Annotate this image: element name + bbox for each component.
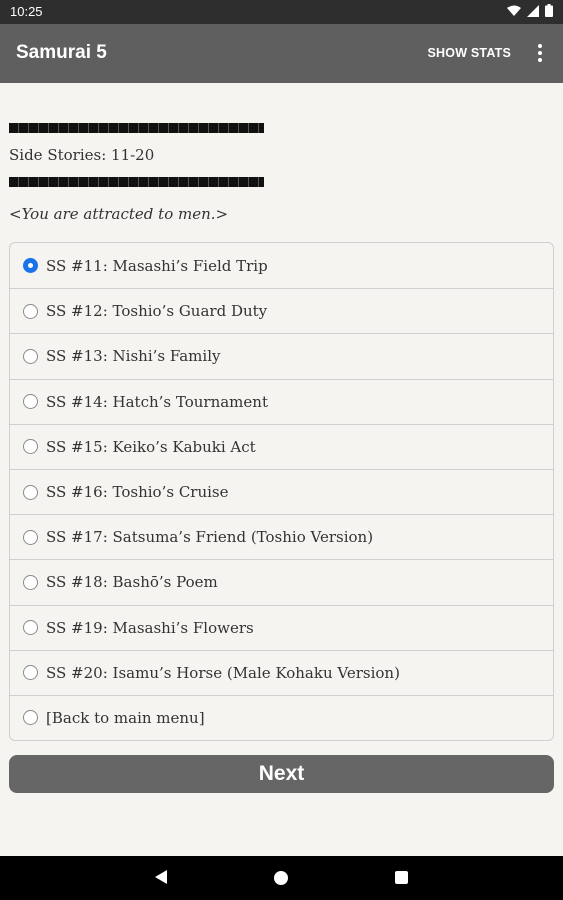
radio-button[interactable] — [23, 484, 38, 500]
wifi-icon — [507, 5, 521, 16]
choice-option[interactable]: SS #11: Masashi’s Field Trip — [10, 243, 553, 288]
status-bar: 10:25 — [0, 0, 563, 24]
radio-button[interactable] — [23, 574, 38, 590]
choice-option-label: SS #11: Masashi’s Field Trip — [46, 256, 268, 275]
battery-icon — [545, 4, 553, 17]
radio-button[interactable] — [23, 348, 38, 364]
divider-bar — [9, 177, 264, 187]
app-title: Samurai 5 — [16, 42, 107, 63]
signal-icon — [527, 4, 539, 17]
choice-option[interactable]: SS #18: Bashō’s Poem — [10, 559, 553, 604]
choice-option[interactable]: SS #16: Toshio’s Cruise — [10, 468, 553, 514]
radio-button[interactable] — [23, 258, 38, 274]
radio-button[interactable] — [23, 303, 38, 319]
status-icons — [507, 4, 553, 17]
flavor-text: <You are attracted to men.> — [9, 205, 229, 223]
choice-option-label: SS #15: Keiko’s Kabuki Act — [46, 437, 256, 456]
next-button[interactable]: Next — [9, 755, 554, 793]
app-bar: Samurai 5 SHOW STATS — [0, 24, 563, 83]
section-label: Side Stories: 11-20 — [9, 146, 155, 164]
recents-icon[interactable] — [395, 871, 408, 884]
navigation-bar — [0, 856, 563, 900]
back-icon[interactable] — [155, 870, 167, 884]
home-icon[interactable] — [274, 871, 288, 885]
choice-option-label: SS #14: Hatch’s Tournament — [46, 392, 268, 411]
choice-option[interactable]: SS #20: Isamu’s Horse (Male Kohaku Versi… — [10, 649, 553, 695]
choice-option-label: SS #17: Satsuma’s Friend (Toshio Version… — [46, 528, 374, 547]
show-stats-button[interactable]: SHOW STATS — [428, 46, 511, 60]
choice-list: SS #11: Masashi’s Field Trip SS #12: Tosh… — [9, 242, 554, 742]
choice-option-label: SS #18: Bashō’s Poem — [46, 573, 218, 592]
choice-option[interactable]: SS #17: Satsuma’s Friend (Toshio Version… — [10, 514, 553, 559]
radio-button[interactable] — [23, 665, 38, 681]
status-time: 10:25 — [10, 4, 43, 19]
choice-option-label: SS #13: Nishi’s Family — [46, 347, 221, 366]
choice-option-label: SS #16: Toshio’s Cruise — [46, 483, 229, 502]
choice-option-label: [Back to main menu] — [46, 708, 205, 727]
choice-option-label: SS #20: Isamu’s Horse (Male Kohaku Versi… — [46, 663, 400, 682]
divider-bar — [9, 123, 264, 133]
choice-option[interactable]: SS #15: Keiko’s Kabuki Act — [10, 423, 553, 469]
choice-option[interactable]: SS #14: Hatch’s Tournament — [10, 378, 553, 424]
radio-button[interactable] — [23, 529, 38, 545]
choice-option[interactable]: SS #12: Toshio’s Guard Duty — [10, 288, 553, 333]
choice-option-label: SS #12: Toshio’s Guard Duty — [46, 302, 268, 321]
radio-button[interactable] — [23, 394, 38, 410]
choice-option[interactable]: [Back to main menu] — [10, 694, 553, 740]
radio-button[interactable] — [23, 620, 38, 636]
radio-button[interactable] — [23, 710, 38, 726]
radio-button[interactable] — [23, 439, 38, 455]
choice-option-label: SS #19: Masashi’s Flowers — [46, 618, 254, 637]
overflow-menu-icon[interactable] — [537, 44, 543, 62]
choice-option[interactable]: SS #19: Masashi’s Flowers — [10, 604, 553, 650]
choice-option[interactable]: SS #13: Nishi’s Family — [10, 333, 553, 378]
